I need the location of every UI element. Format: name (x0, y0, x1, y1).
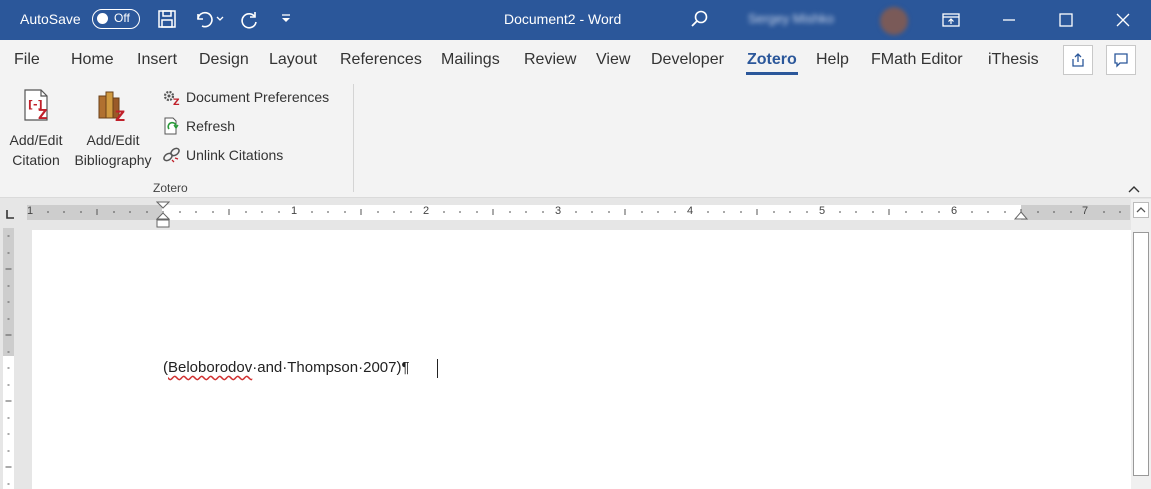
ruler-number: 6 (951, 205, 958, 217)
svg-text:Z: Z (115, 109, 125, 122)
maximize-icon[interactable] (1051, 5, 1081, 35)
ruler-number: 1 (27, 205, 34, 217)
save-icon[interactable] (156, 8, 178, 30)
horizontal-ruler[interactable]: 1 1 2 3 4 5 6 7 (27, 205, 1130, 220)
ruler-number: 3 (555, 205, 562, 217)
document-preferences-button[interactable]: Z Document Preferences (162, 86, 329, 108)
unlink-icon (163, 147, 180, 163)
group-separator (353, 84, 354, 192)
refresh-button[interactable]: Refresh (162, 115, 235, 137)
redo-icon[interactable] (239, 8, 261, 30)
autosave-state: Off (114, 11, 130, 25)
share-icon[interactable] (1063, 45, 1093, 75)
ruler-number: 2 (423, 205, 430, 217)
tab-references[interactable]: References (340, 51, 422, 69)
undo-dropdown-icon[interactable] (213, 8, 227, 30)
tab-view[interactable]: View (596, 51, 630, 69)
svg-text:Z: Z (38, 108, 47, 122)
vertical-scrollbar[interactable] (1131, 199, 1151, 489)
search-icon[interactable] (688, 8, 710, 30)
add-citation-icon: [-] Z (19, 88, 53, 123)
tab-mailings[interactable]: Mailings (441, 51, 500, 69)
zotero-group-label: Zotero (153, 181, 188, 195)
document-title: Document2 - Word (504, 11, 622, 27)
close-icon[interactable] (1108, 5, 1138, 35)
ruler-number: 4 (687, 205, 694, 217)
avatar[interactable] (880, 7, 908, 35)
tab-insert[interactable]: Insert (137, 51, 177, 69)
citation-rest: ·and·Thompson·2007) (252, 359, 402, 376)
tab-zotero[interactable]: Zotero (747, 51, 797, 69)
ribbon-display-options-icon[interactable] (936, 5, 966, 35)
tab-layout[interactable]: Layout (269, 51, 317, 69)
document-preferences-label: Document Preferences (186, 89, 330, 105)
gear-icon: Z (163, 90, 180, 106)
vertical-ruler[interactable] (3, 228, 14, 489)
comments-icon[interactable] (1106, 45, 1136, 75)
indent-markers[interactable] (156, 201, 170, 229)
citation-text[interactable]: (Beloborodov·and·Thompson·2007)¶ (163, 359, 410, 376)
autosave-label: AutoSave (20, 11, 81, 27)
zotero-ribbon: [-] Z Add/Edit Citation Z Add/Edit Bibli… (0, 78, 1151, 198)
right-indent-marker[interactable] (1014, 211, 1028, 223)
toggle-knob (97, 13, 108, 24)
tab-fmath-editor[interactable]: FMath Editor (871, 51, 963, 69)
undo-icon[interactable] (192, 8, 214, 30)
add-edit-citation-button[interactable]: [-] Z Add/Edit Citation (5, 88, 67, 170)
tab-review[interactable]: Review (524, 51, 576, 69)
tab-help[interactable]: Help (816, 51, 849, 69)
add-edit-citation-label-1: Add/Edit (9, 132, 63, 148)
refresh-label: Refresh (186, 118, 236, 134)
ruler-number: 1 (291, 205, 298, 217)
ruler-number: 7 (1082, 205, 1089, 217)
text-cursor (437, 359, 438, 378)
scroll-up-button[interactable] (1133, 202, 1149, 218)
tab-design[interactable]: Design (199, 51, 249, 69)
collapse-ribbon-icon[interactable] (1127, 182, 1141, 194)
tab-selector-icon[interactable] (4, 207, 16, 219)
tab-ithesis[interactable]: iThesis (988, 51, 1039, 69)
tab-file[interactable]: File (14, 51, 40, 69)
unlink-citations-label: Unlink Citations (186, 147, 284, 163)
title-bar: AutoSave Off Document2 - Word Sergey Mis… (0, 0, 1151, 40)
tab-developer[interactable]: Developer (651, 51, 724, 69)
bibliography-icon: Z (96, 88, 130, 125)
add-edit-bibliography-label-1: Add/Edit (86, 132, 140, 148)
minimize-icon[interactable] (994, 5, 1024, 35)
vertical-ruler-ticks (5, 235, 12, 485)
ribbon-tab-bar: File Home Insert Design Layout Reference… (0, 40, 1151, 78)
user-name[interactable]: Sergey Mishko (748, 11, 834, 26)
paragraph-mark: ¶ (401, 359, 410, 376)
ruler-ticks (47, 209, 1121, 215)
unlink-citations-button[interactable]: Unlink Citations (162, 144, 283, 166)
add-edit-bibliography-button[interactable]: Z Add/Edit Bibliography (70, 88, 156, 170)
scroll-thumb[interactable] (1133, 232, 1149, 476)
autosave-toggle[interactable]: Off (92, 9, 140, 29)
citation-author: Beloborodov (168, 359, 253, 376)
add-edit-citation-label-2: Citation (12, 152, 60, 168)
add-edit-bibliography-label-2: Bibliography (74, 152, 152, 168)
tab-home[interactable]: Home (71, 51, 114, 69)
ruler-number: 5 (819, 205, 826, 217)
refresh-icon (164, 117, 179, 135)
svg-text:Z: Z (173, 98, 180, 106)
customize-quick-access-icon[interactable] (275, 8, 297, 30)
active-tab-indicator (746, 72, 798, 75)
